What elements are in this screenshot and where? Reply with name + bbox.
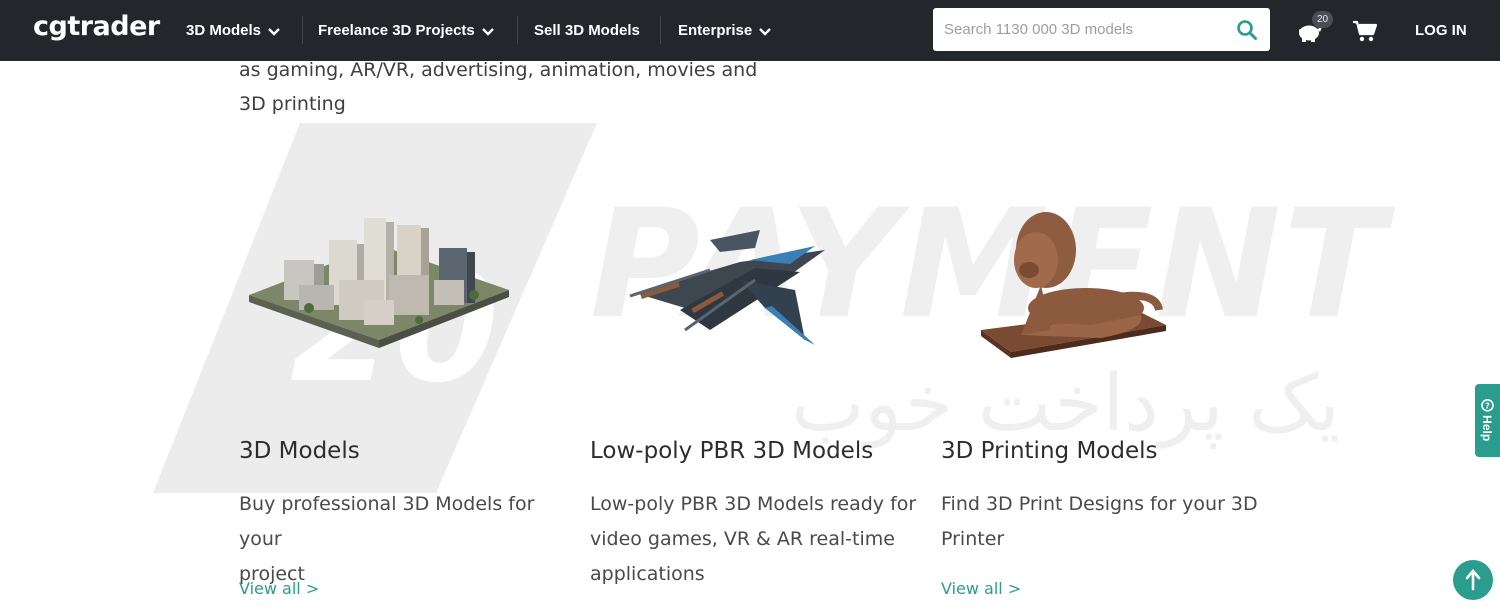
category-title[interactable]: 3D Models	[239, 438, 360, 464]
category-description-line: video games, VR & AR real-time	[590, 528, 895, 550]
chevron-down-icon	[268, 1, 280, 62]
question-icon: ?	[1481, 399, 1494, 412]
arrow-up-icon	[1465, 569, 1481, 591]
help-label[interactable]: ? Help	[1480, 399, 1494, 441]
category-description-line: Find 3D Print Designs for your 3D	[941, 493, 1258, 515]
login-button[interactable]: LOG IN	[1415, 0, 1467, 61]
nav-divider	[302, 16, 303, 44]
category-description-line: Low-poly PBR 3D Models ready for	[590, 493, 917, 515]
category-description: Low-poly PBR 3D Models ready for video g…	[590, 487, 920, 592]
search-input[interactable]	[933, 8, 1223, 51]
nav-sell-3d-models-label: Sell 3D Models	[534, 22, 640, 39]
piggy-bank-badge: 20	[1312, 11, 1333, 28]
svg-text:?: ?	[1485, 401, 1490, 410]
cart-icon[interactable]	[1352, 19, 1378, 43]
nav-sell-3d-models[interactable]: Sell 3D Models	[534, 0, 640, 61]
nav-3d-models-label: 3D Models	[186, 22, 262, 39]
lion-statue-image[interactable]	[941, 180, 1241, 380]
category-description-line: Buy professional 3D Models for your	[239, 493, 535, 550]
nav-enterprise[interactable]: Enterprise	[678, 0, 772, 62]
nav-freelance-projects-label: Freelance 3D Projects	[318, 22, 475, 39]
chevron-down-icon	[759, 1, 772, 62]
intro-line-2: 3D printing	[239, 93, 346, 115]
cgtrader-logo[interactable]: cgtrader	[33, 11, 160, 42]
chevron-down-icon	[481, 1, 494, 62]
view-all-link[interactable]: View all >	[239, 579, 319, 598]
top-navigation-bar: cgtrader 3D Models Freelance 3D Projects…	[0, 0, 1500, 61]
category-description-line: applications	[590, 563, 705, 585]
category-description: Find 3D Print Designs for your 3D Printe…	[941, 487, 1271, 557]
scroll-to-top-button[interactable]	[1453, 560, 1493, 600]
spaceship-model-image[interactable]	[590, 180, 890, 380]
search-icon[interactable]	[1236, 19, 1258, 41]
nav-divider	[517, 16, 518, 44]
search-bar	[933, 8, 1270, 51]
nav-3d-models[interactable]: 3D Models	[186, 0, 280, 61]
city-model-image[interactable]	[239, 180, 539, 380]
intro-text: as gaming, AR/VR, advertising, animation…	[239, 53, 759, 121]
category-title[interactable]: Low-poly PBR 3D Models	[590, 438, 873, 464]
help-text: Help	[1480, 415, 1494, 442]
view-all-link[interactable]: View all >	[941, 579, 1021, 598]
nav-freelance-projects[interactable]: Freelance 3D Projects	[318, 0, 494, 61]
category-title[interactable]: 3D Printing Models	[941, 438, 1157, 464]
nav-divider	[660, 16, 661, 44]
category-description-line: Printer	[941, 528, 1005, 550]
nav-enterprise-label: Enterprise	[678, 22, 753, 39]
category-description: Buy professional 3D Models for your proj…	[239, 487, 569, 592]
